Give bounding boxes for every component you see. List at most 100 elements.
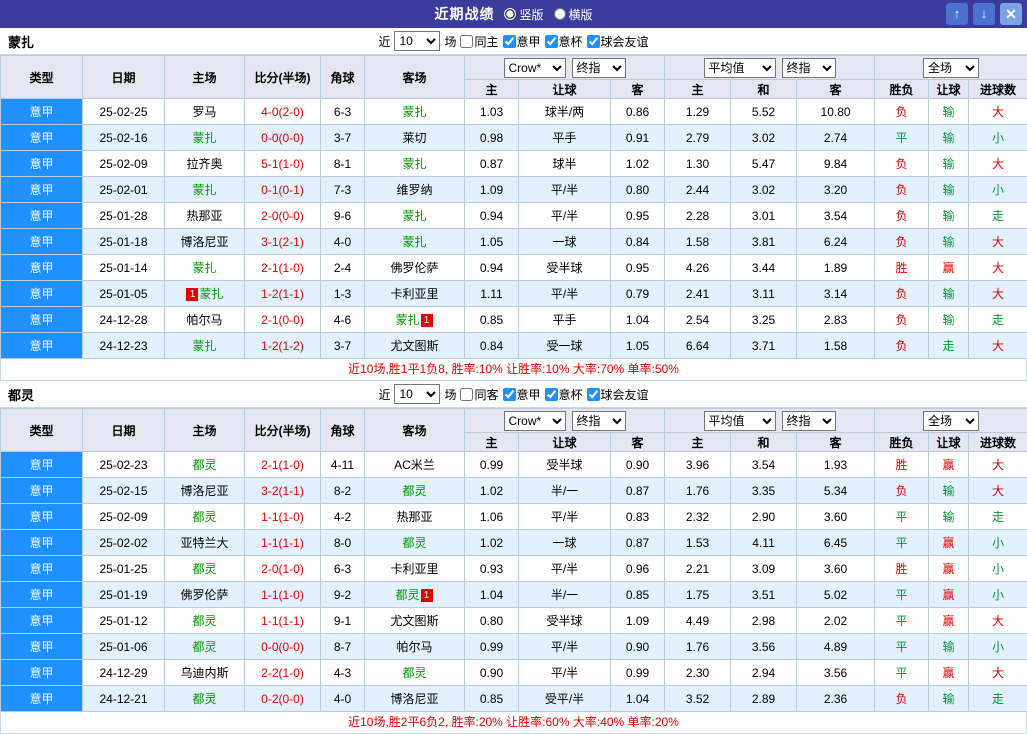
asia-home-odds: 0.94 <box>465 255 519 281</box>
handicap-result-cell: 输 <box>929 151 969 177</box>
club-friendly-checkbox-input[interactable] <box>587 35 600 48</box>
goals-result-cell: 大 <box>969 99 1027 125</box>
vertical-radio-label: 竖版 <box>519 6 543 23</box>
match-count-select[interactable]: 10 <box>394 384 440 404</box>
team-section-monza: 蒙扎 近 10 场 同主 意甲 意杯 球会友谊 <box>0 28 1027 381</box>
team-name: 博洛尼亚 <box>390 692 438 706</box>
average-select[interactable]: 平均值 <box>704 411 776 431</box>
asia-away-odds: 0.90 <box>611 452 665 478</box>
score-cell: 1-2(1-1) <box>245 281 321 307</box>
team-name: 都灵 <box>395 588 419 602</box>
corner-cell: 3-7 <box>321 125 365 151</box>
team-name: 尤文图斯 <box>390 339 438 353</box>
down-button[interactable]: ↓ <box>973 3 995 25</box>
vertical-radio-input[interactable] <box>504 8 516 20</box>
league-cell: 意甲 <box>1 125 83 151</box>
league-cell: 意甲 <box>1 151 83 177</box>
score-cell: 0-0(0-0) <box>245 634 321 660</box>
average-select[interactable]: 平均值 <box>704 58 776 78</box>
serie-a-checkbox[interactable]: 意甲 <box>503 386 541 403</box>
team-name: 都灵 <box>402 484 426 498</box>
close-button[interactable]: ✕ <box>1000 3 1022 25</box>
corner-cell: 4-3 <box>321 660 365 686</box>
euro-draw-odds: 3.54 <box>731 452 797 478</box>
horizontal-radio-input[interactable] <box>554 8 566 20</box>
same-away-checkbox[interactable]: 同客 <box>460 386 498 403</box>
coppa-italia-checkbox[interactable]: 意杯 <box>545 386 583 403</box>
home-team-cell: 拉齐奥 <box>165 151 245 177</box>
coppa-italia-label: 意杯 <box>559 386 583 403</box>
final-index-select-2[interactable]: 终指 <box>782 58 836 78</box>
goals-result-cell: 大 <box>969 333 1027 359</box>
home-team-cell: 蒙扎 <box>165 255 245 281</box>
away-team-cell: 帕尔马 <box>365 634 465 660</box>
coppa-italia-checkbox-input[interactable] <box>545 35 558 48</box>
up-button[interactable]: ↑ <box>946 3 968 25</box>
serie-a-checkbox-input[interactable] <box>503 35 516 48</box>
match-count-select[interactable]: 10 <box>394 31 440 51</box>
same-home-checkbox-input[interactable] <box>460 35 473 48</box>
match-row: 意甲24-12-29乌迪内斯2-2(1-0)4-3都灵0.90平/半0.992.… <box>1 660 1027 686</box>
serie-a-checkbox-input[interactable] <box>503 388 516 401</box>
games-label: 场 <box>444 33 456 50</box>
asia-handicap: 球半 <box>519 151 611 177</box>
serie-a-label: 意甲 <box>517 386 541 403</box>
goals-result-cell: 走 <box>969 686 1027 712</box>
goals-result-cell: 大 <box>969 452 1027 478</box>
layout-radio-vertical[interactable]: 竖版 <box>504 6 543 23</box>
coppa-italia-checkbox[interactable]: 意杯 <box>545 33 583 50</box>
handicap-result-cell: 输 <box>929 307 969 333</box>
same-home-checkbox[interactable]: 同主 <box>460 33 498 50</box>
col-header-asia-away: 客 <box>611 433 665 452</box>
asia-home-odds: 1.03 <box>465 99 519 125</box>
coppa-italia-checkbox-input[interactable] <box>545 388 558 401</box>
full-match-select[interactable]: 全场 <box>923 411 979 431</box>
team-name: 维罗纳 <box>396 183 432 197</box>
home-team-cell: 都灵 <box>165 556 245 582</box>
bookmaker-select[interactable]: Crow* <box>504 58 566 78</box>
league-cell: 意甲 <box>1 478 83 504</box>
final-index-select-2[interactable]: 终指 <box>782 411 836 431</box>
club-friendly-checkbox-input[interactable] <box>587 388 600 401</box>
team-name: 莱切 <box>402 131 426 145</box>
col-header-away: 客场 <box>365 56 465 99</box>
col-header-score: 比分(半场) <box>245 409 321 452</box>
asia-handicap: 受半球 <box>519 255 611 281</box>
serie-a-checkbox[interactable]: 意甲 <box>503 33 541 50</box>
corner-cell: 6-3 <box>321 556 365 582</box>
home-team-cell: 博洛尼亚 <box>165 229 245 255</box>
home-team-cell: 都灵 <box>165 634 245 660</box>
asia-handicap: 半/一 <box>519 582 611 608</box>
bookmaker-select[interactable]: Crow* <box>504 411 566 431</box>
asia-away-odds: 0.83 <box>611 504 665 530</box>
asia-home-odds: 0.87 <box>465 151 519 177</box>
match-row: 意甲25-02-23都灵2-1(1-0)4-11AC米兰0.99受半球0.903… <box>1 452 1027 478</box>
league-cell: 意甲 <box>1 229 83 255</box>
col-header-asia-away: 客 <box>611 80 665 99</box>
recent-results-table: 类型 日期 主场 比分(半场) 角球 客场 Crow* 终指 平均值 终指 <box>0 408 1027 712</box>
date-cell: 24-12-29 <box>83 660 165 686</box>
match-row: 意甲25-01-06都灵0-0(0-0)8-7帕尔马0.99平/半0.901.7… <box>1 634 1027 660</box>
handicap-result-cell: 输 <box>929 177 969 203</box>
final-index-select[interactable]: 终指 <box>572 58 626 78</box>
team-name: 都灵 <box>192 562 216 576</box>
match-row: 意甲25-02-01蒙扎0-1(0-1)7-3维罗纳1.09平/半0.802.4… <box>1 177 1027 203</box>
full-match-select[interactable]: 全场 <box>923 58 979 78</box>
club-friendly-checkbox[interactable]: 球会友谊 <box>587 386 649 403</box>
match-row: 意甲24-12-21都灵0-2(0-0)4-0博洛尼亚0.85受平/半1.043… <box>1 686 1027 712</box>
final-index-select[interactable]: 终指 <box>572 411 626 431</box>
col-header-handicap-result: 让球 <box>929 433 969 452</box>
team-name: 蒙扎 <box>192 261 216 275</box>
euro-draw-odds: 2.89 <box>731 686 797 712</box>
layout-radio-horizontal[interactable]: 横版 <box>554 6 593 23</box>
asia-away-odds: 1.04 <box>611 307 665 333</box>
euro-away-odds: 2.83 <box>797 307 875 333</box>
asia-away-odds: 0.85 <box>611 582 665 608</box>
same-away-checkbox-input[interactable] <box>460 388 473 401</box>
euro-home-odds: 1.75 <box>665 582 731 608</box>
euro-odds-group-header: 平均值 终指 <box>665 409 875 433</box>
score-cell: 3-2(1-1) <box>245 478 321 504</box>
corner-cell: 4-11 <box>321 452 365 478</box>
date-cell: 25-02-02 <box>83 530 165 556</box>
club-friendly-checkbox[interactable]: 球会友谊 <box>587 33 649 50</box>
